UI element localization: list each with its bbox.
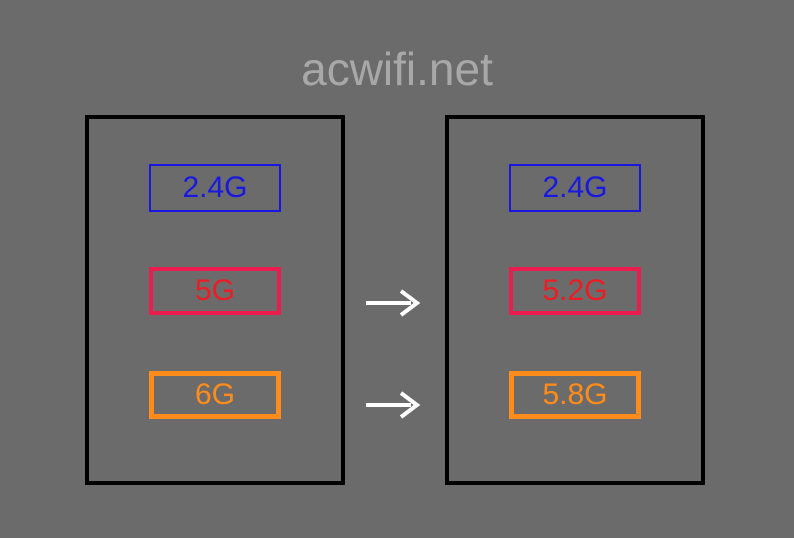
right-band-24g-label: 2.4G — [542, 171, 607, 205]
right-band-58g: 5.8G — [509, 371, 641, 419]
left-band-24g-label: 2.4G — [182, 171, 247, 205]
left-band-24g: 2.4G — [149, 164, 281, 212]
arrow-icon — [363, 283, 428, 323]
right-band-24g: 2.4G — [509, 164, 641, 212]
right-panel: 2.4G 5.2G 5.8G — [445, 115, 705, 485]
left-band-6g: 6G — [149, 371, 281, 419]
arrow-icon — [363, 385, 428, 425]
right-band-52g: 5.2G — [509, 267, 641, 315]
left-band-5g: 5G — [149, 267, 281, 315]
page-title: acwifi.net — [301, 42, 493, 96]
right-band-52g-label: 5.2G — [542, 274, 607, 308]
right-band-58g-label: 5.8G — [542, 378, 607, 412]
left-band-5g-label: 5G — [195, 274, 235, 308]
left-panel: 2.4G 5G 6G — [85, 115, 345, 485]
left-band-6g-label: 6G — [195, 378, 235, 412]
